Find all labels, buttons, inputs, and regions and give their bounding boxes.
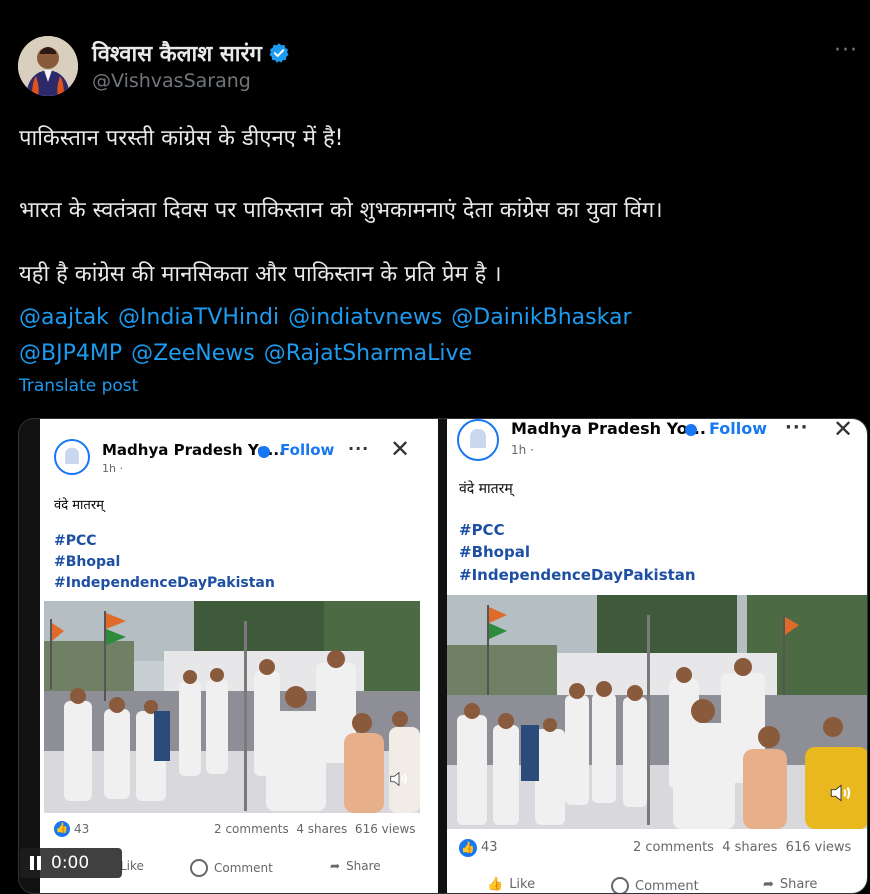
post-caption: वंदे मातरम् [459, 481, 513, 497]
facebook-screenshot-right: Madhya Pradesh Yo... Follow ··· ✕ 1h · व… [447, 419, 867, 894]
post-time: 1h · [511, 443, 534, 457]
event-photo [447, 595, 867, 829]
pause-icon[interactable] [30, 856, 41, 870]
more-options-icon[interactable]: ··· [834, 38, 858, 63]
mentions-row-1: @aajtak @IndiaTVHindi @indiatvnews @Dain… [19, 300, 634, 336]
author-handle[interactable]: @VishvasSarang [92, 70, 251, 92]
like-label: Like [509, 877, 536, 892]
fb-more-icon: ··· [785, 419, 809, 438]
post-text-line-2: भारत के स्वतंत्रता दिवस पर पाकिस्तान को … [19, 198, 663, 223]
page-name: Madhya Pradesh Yo... [511, 419, 706, 438]
volume-icon[interactable] [388, 768, 410, 790]
follow-link: Follow [280, 441, 335, 459]
fb-close-icon: ✕ [833, 419, 854, 443]
fb-close-icon: ✕ [390, 435, 411, 463]
share-label: Share [346, 859, 381, 873]
author-avatar[interactable] [18, 36, 78, 96]
mention-link[interactable]: @BJP4MP [19, 341, 122, 366]
hashtag: #PCC [459, 521, 505, 539]
translate-post-link[interactable]: Translate post [19, 376, 138, 396]
facebook-screenshot-left: Madhya Pradesh Yo... Follow ··· ✕ 1h · व… [40, 419, 438, 893]
name-row: विश्वास कैलाश सारंग [92, 38, 290, 68]
tweet-header: विश्वास कैलाश सारंग @VishvasSarang ··· [18, 36, 858, 100]
like-icon: 👍 [487, 877, 504, 892]
volume-icon[interactable] [828, 780, 854, 806]
comment-action: Comment [611, 877, 699, 894]
post-time: 1h · [102, 462, 123, 475]
reaction-count: 43 [74, 822, 90, 836]
like-label: Like [120, 859, 144, 873]
comment-label: Comment [214, 861, 273, 875]
page-logo-icon [457, 419, 499, 461]
verified-dot-icon [685, 424, 697, 436]
like-reaction-icon: 👍 [54, 821, 70, 837]
hashtag: #PCC [54, 533, 97, 549]
mention-link[interactable]: @aajtak [19, 305, 109, 330]
author-display-name[interactable]: विश्वास कैलाश सारंग [92, 38, 262, 68]
verified-badge-icon [269, 43, 289, 63]
like-reaction-icon: 👍 [459, 839, 477, 857]
share-icon: ➦ [763, 877, 774, 892]
fb-more-icon: ··· [348, 439, 370, 458]
video-player-controls[interactable]: 0:00 [20, 848, 122, 878]
share-action: ➦ Share [330, 859, 381, 873]
follow-link: Follow [709, 419, 768, 438]
comment-action: Comment [190, 859, 273, 877]
mentions-row-2: @BJP4MP @ZeeNews @RajatSharmaLive [19, 336, 634, 372]
post-stats: 2 comments 4 shares 616 views [633, 840, 852, 855]
post-mentions: @aajtak @IndiaTVHindi @indiatvnews @Dain… [19, 300, 634, 372]
share-icon: ➦ [330, 859, 341, 873]
like-action: 👍 Like [487, 877, 535, 892]
share-action: ➦ Share [763, 877, 817, 892]
comment-icon [611, 877, 629, 893]
hashtag: #IndependenceDayPakistan [54, 575, 275, 591]
post-text-line-3: यही है कांग्रेस की मानसिकता और पाकिस्तान… [19, 262, 502, 287]
share-label: Share [779, 877, 818, 892]
page-logo-icon [54, 439, 90, 475]
verified-dot-icon [258, 446, 270, 458]
mention-link[interactable]: @IndiaTVHindi [118, 305, 279, 330]
post-media-video[interactable]: Madhya Pradesh Yo... Follow ··· ✕ 1h · व… [18, 418, 868, 894]
comment-icon [190, 859, 208, 877]
hashtag: #Bhopal [54, 554, 121, 570]
post-caption: वंदे मातरम् [54, 498, 104, 513]
video-timestamp: 0:00 [51, 853, 90, 873]
mention-link[interactable]: @DainikBhaskar [451, 305, 631, 330]
mention-link[interactable]: @indiatvnews [288, 305, 442, 330]
hashtag: #Bhopal [459, 543, 530, 561]
event-photo [44, 601, 420, 813]
like-action: Like [120, 859, 144, 873]
mention-link[interactable]: @RajatSharmaLive [264, 341, 472, 366]
post-text-line-1: पाकिस्तान परस्ती कांग्रेस के डीएनए में ह… [19, 126, 344, 151]
hashtag: #IndependenceDayPakistan [459, 566, 696, 584]
reaction-count: 43 [481, 840, 498, 855]
post-stats: 2 comments 4 shares 616 views [214, 822, 416, 836]
mention-link[interactable]: @ZeeNews [131, 341, 255, 366]
comment-label: Comment [635, 878, 699, 894]
